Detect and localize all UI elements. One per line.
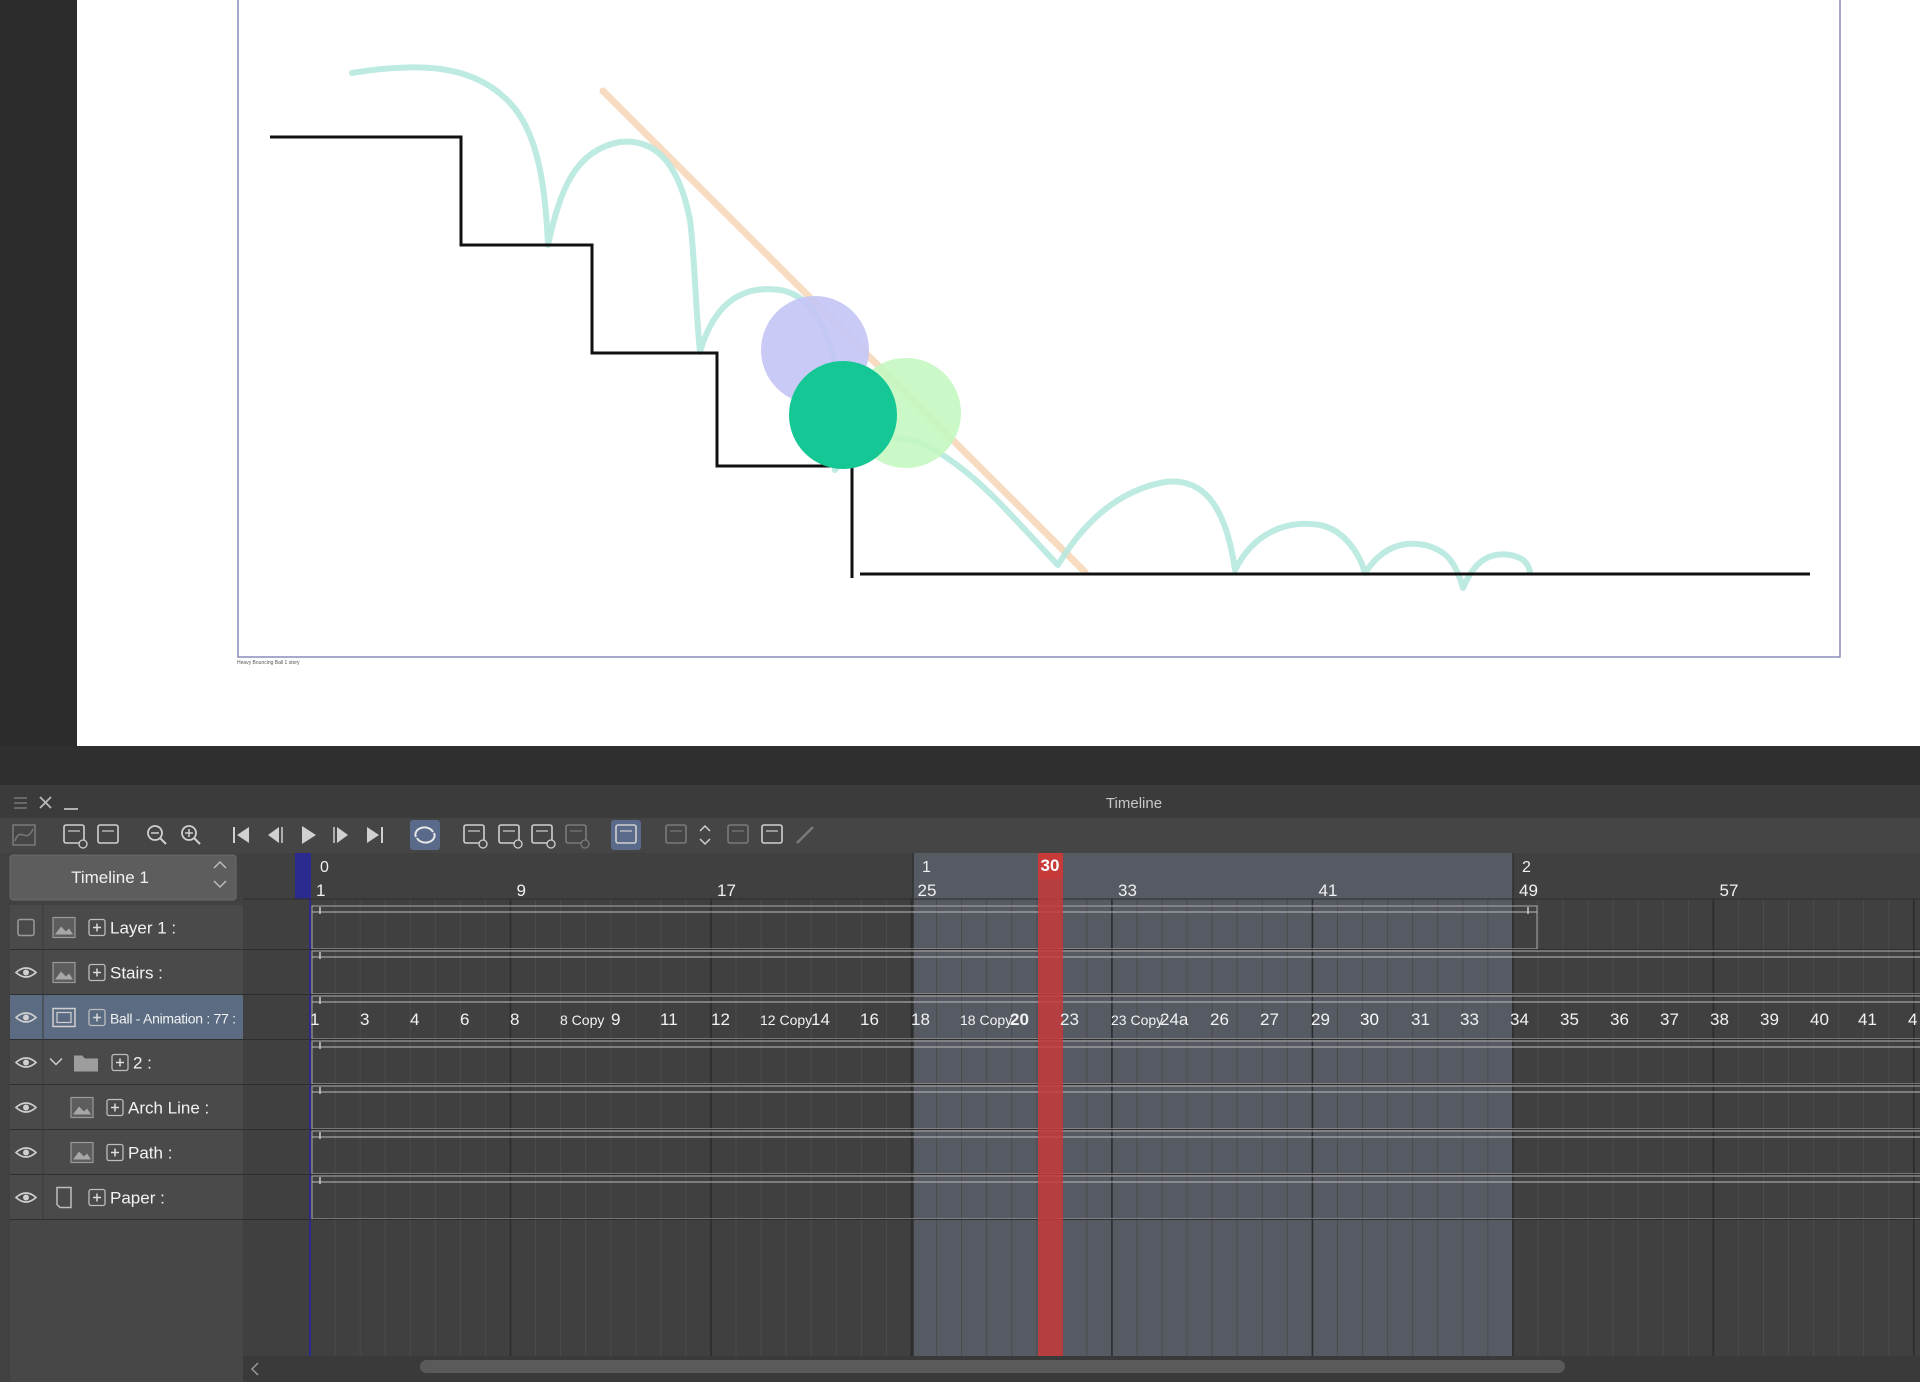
cel-label[interactable]: 11 — [660, 1010, 678, 1029]
canvas-caption: Heavy Bouncing Ball 1 story — [237, 660, 300, 666]
cel-label[interactable]: 14 — [811, 1010, 830, 1029]
layer-name: Layer 1 : — [110, 919, 176, 938]
layer-rows: Layer 1 : Stairs : Ball - Animation : 77 :… — [10, 905, 243, 1382]
cel-label[interactable]: 41 — [1858, 1010, 1877, 1029]
ruler-number: 33 — [1118, 881, 1137, 900]
cel-label[interactable]: 4 — [410, 1010, 419, 1029]
clip-studio-window: Heavy Bouncing Ball 1 story Timeline Tim… — [0, 0, 1920, 1382]
cel-label[interactable]: 8 — [510, 1010, 519, 1029]
layer-row[interactable]: Paper : — [10, 1175, 243, 1220]
raster-layer-icon — [52, 961, 76, 984]
ruler-number: 9 — [517, 881, 526, 900]
cel-label[interactable]: 37 — [1660, 1010, 1679, 1029]
cel-label[interactable]: 34 — [1510, 1010, 1529, 1029]
layer-row[interactable]: Ball - Animation : 77 : — [10, 995, 243, 1040]
cel-label[interactable]: 29 — [1311, 1010, 1330, 1029]
raster-layer-icon — [52, 916, 76, 939]
timeline-selector-label: Timeline 1 — [71, 868, 149, 887]
cel-label[interactable]: 16 — [860, 1010, 879, 1029]
layer-name: Arch Line : — [128, 1099, 209, 1118]
raster-layer-icon — [70, 1096, 94, 1119]
ruler-number: 17 — [717, 881, 736, 900]
timeline-titlebar — [0, 785, 1920, 818]
section-marker: 0 — [320, 859, 329, 876]
cel-label[interactable]: 18 Copy — [960, 1012, 1012, 1028]
cel-label[interactable]: 24a — [1160, 1010, 1189, 1029]
layer-list-empty — [10, 1220, 243, 1382]
loop-icon[interactable] — [410, 820, 440, 850]
cel-label[interactable]: 40 — [1810, 1010, 1829, 1029]
ruler-number: 57 — [1720, 881, 1739, 900]
layer-row[interactable]: Arch Line : — [10, 1085, 243, 1130]
layer-row[interactable]: Stairs : — [10, 950, 243, 995]
playhead[interactable] — [1038, 853, 1063, 1356]
ruler-number: 1 — [316, 881, 325, 900]
cel-label[interactable]: 18 — [911, 1010, 930, 1029]
layer-name: Paper : — [110, 1189, 165, 1208]
start-frame-marker[interactable] — [295, 853, 310, 899]
cel-label[interactable]: 4 — [1908, 1010, 1917, 1029]
ruler-number: 25 — [918, 881, 937, 900]
cel-label[interactable]: 6 — [460, 1010, 469, 1029]
cel-label[interactable]: 36 — [1610, 1010, 1629, 1029]
raster-layer-icon — [70, 1141, 94, 1164]
cel-label[interactable]: 26 — [1210, 1010, 1229, 1029]
cel-label[interactable]: 23 — [1060, 1010, 1079, 1029]
cel-label[interactable]: 31 — [1411, 1010, 1430, 1029]
cel-label[interactable]: 39 — [1760, 1010, 1779, 1029]
section-marker: 2 — [1522, 859, 1531, 876]
layer-name: Path : — [128, 1144, 172, 1163]
cel-label[interactable]: 27 — [1260, 1010, 1279, 1029]
timeline-toolbar — [0, 818, 1920, 853]
cel-label[interactable]: 23 Copy — [1111, 1012, 1163, 1028]
cel-label[interactable]: 12 — [711, 1010, 730, 1029]
scrollbar-thumb[interactable] — [420, 1360, 1565, 1373]
layer-row[interactable]: 2 : — [10, 1040, 243, 1085]
cel-label[interactable]: 20 — [1010, 1010, 1029, 1029]
cel-label[interactable]: 35 — [1560, 1010, 1579, 1029]
main-view: Heavy Bouncing Ball 1 story Timeline Tim… — [0, 0, 1920, 1382]
layer-row[interactable]: Layer 1 : — [10, 905, 243, 950]
panel-gap — [0, 746, 1920, 785]
cel-label[interactable]: 30 — [1360, 1010, 1379, 1029]
ruler-number: 49 — [1519, 881, 1538, 900]
ruler-number: 41 — [1319, 881, 1338, 900]
canvas-paper[interactable] — [77, 0, 1920, 746]
cel-label[interactable]: 3 — [360, 1010, 369, 1029]
cel-label[interactable]: 38 — [1710, 1010, 1729, 1029]
timeline-selector[interactable]: Timeline 1 — [9, 854, 237, 901]
layer-name: Stairs : — [110, 964, 163, 983]
layer-name: Ball - Animation : 77 : — [110, 1011, 236, 1027]
layer-name: 2 : — [133, 1054, 152, 1073]
layer-row[interactable]: Path : — [10, 1130, 243, 1175]
panel-title: Timeline — [1106, 795, 1162, 812]
cel-label[interactable]: 9 — [611, 1010, 620, 1029]
cel-label[interactable]: 1 — [310, 1010, 319, 1029]
section-highlight — [913, 853, 1513, 1356]
ball-current[interactable] — [789, 361, 897, 469]
cel-label[interactable]: 8 Copy — [560, 1012, 604, 1028]
onion-skin-icon[interactable] — [611, 820, 641, 850]
cel-label[interactable]: 12 Copy — [760, 1012, 812, 1028]
current-frame-label: 30 — [1041, 856, 1060, 875]
section-marker: 1 — [922, 859, 931, 876]
cel-label[interactable]: 33 — [1460, 1010, 1479, 1029]
